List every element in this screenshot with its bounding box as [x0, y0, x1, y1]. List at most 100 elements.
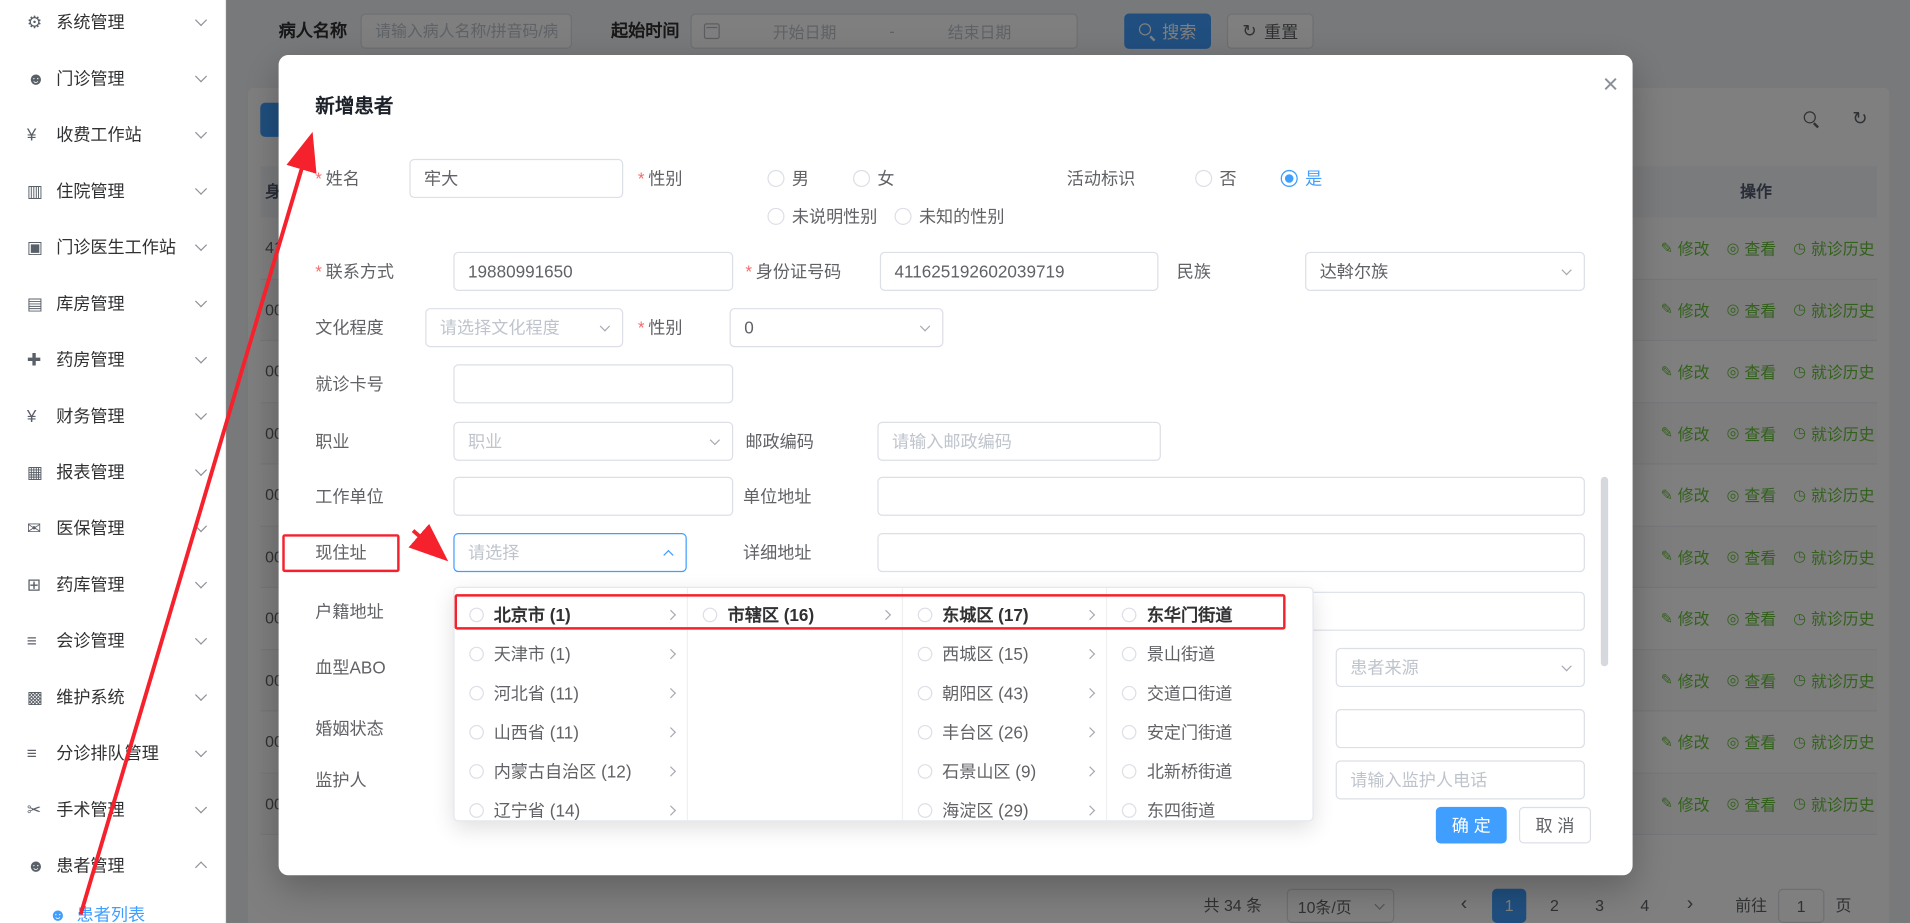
guardian-phone-input[interactable] [1336, 760, 1585, 799]
cascader-option[interactable]: 市辖区 (16) [689, 595, 902, 634]
cancel-button[interactable]: 取 消 [1519, 807, 1591, 844]
cascader-option[interactable]: 北京市 (1) [455, 595, 688, 634]
guardian-label: 监护人 [315, 760, 366, 799]
blood-type-label: 血型ABO [315, 648, 385, 687]
cascader-option[interactable]: 安定门街道 [1108, 713, 1313, 752]
radio-icon[interactable] [918, 647, 933, 662]
cascader-option[interactable]: 交道口街道 [1108, 674, 1313, 713]
sidebar-item-13[interactable]: ≡分诊排队管理 [0, 725, 225, 781]
cascader-option[interactable]: 山西省 (11) [455, 713, 688, 752]
name-input[interactable] [409, 159, 623, 198]
cascader-option[interactable]: 河北省 (11) [455, 674, 688, 713]
education-select[interactable]: 请选择文化程度 [425, 308, 623, 347]
chevron-right-icon [1085, 727, 1095, 737]
radio-option[interactable]: 否 [1195, 166, 1237, 190]
radio-icon[interactable] [918, 608, 933, 623]
radio-option[interactable]: 男 [767, 166, 809, 190]
ethnicity-select[interactable]: 达斡尔族 [1305, 252, 1585, 291]
sidebar-item-2[interactable]: ¥收费工作站 [0, 106, 225, 162]
radio-icon[interactable] [1122, 647, 1137, 662]
modal-scrollbar[interactable] [1601, 477, 1608, 666]
chevron-right-icon [666, 688, 676, 698]
radio-icon[interactable] [918, 725, 933, 740]
maintenance-icon: ▩ [27, 686, 56, 707]
radio-icon[interactable] [918, 764, 933, 779]
sidebar-item-5[interactable]: ▤库房管理 [0, 275, 225, 331]
sidebar-item-14[interactable]: ✂手术管理 [0, 781, 225, 837]
detail-address-input[interactable] [877, 533, 1585, 572]
cascader-option[interactable]: 东城区 (17) [903, 595, 1107, 634]
sidebar-item-6[interactable]: ✚药房管理 [0, 331, 225, 387]
contact-input[interactable] [453, 252, 733, 291]
radio-icon[interactable] [1122, 725, 1137, 740]
close-icon[interactable]: × [1593, 67, 1627, 101]
radio-option[interactable]: 未说明性别 [767, 204, 877, 228]
cascader-option[interactable]: 东华门街道 [1108, 595, 1313, 634]
chevron-down-icon [195, 520, 207, 532]
cascader-option[interactable]: 辽宁省 (14) [455, 791, 688, 822]
occupation-select[interactable]: 职业 [453, 422, 733, 461]
sidebar-item-7[interactable]: ¥财务管理 [0, 388, 225, 444]
radio-icon[interactable] [469, 803, 484, 818]
sidebar-item-12[interactable]: ▩维护系统 [0, 669, 225, 725]
ethnicity-label: 民族 [1177, 252, 1211, 291]
radio-icon[interactable] [703, 608, 718, 623]
cascader-option[interactable]: 丰台区 (26) [903, 713, 1107, 752]
current-address-label: 现住址 [315, 533, 366, 572]
chevron-down-icon [1561, 661, 1571, 671]
chevron-down-icon [600, 321, 610, 331]
unit-address-input[interactable] [877, 477, 1585, 516]
sidebar-item-8[interactable]: ▦报表管理 [0, 444, 225, 500]
cascader-option[interactable]: 景山街道 [1108, 634, 1313, 673]
cascader-option[interactable]: 朝阳区 (43) [903, 674, 1107, 713]
sidebar-item-11[interactable]: ≡会诊管理 [0, 612, 225, 668]
radio-option[interactable]: 女 [853, 166, 895, 190]
warehouse-icon: ▤ [27, 293, 56, 314]
cascader-option[interactable]: 北新桥街道 [1108, 752, 1313, 791]
cascader-option[interactable]: 西城区 (15) [903, 634, 1107, 673]
sidebar-item-0[interactable]: ⚙系统管理 [0, 0, 225, 50]
text-input[interactable] [1336, 709, 1585, 748]
radio-icon[interactable] [469, 725, 484, 740]
sidebar-item-10[interactable]: ⊞药库管理 [0, 556, 225, 612]
sidebar: ⚙系统管理☻门诊管理¥收费工作站▥住院管理▣门诊医生工作站▤库房管理✚药房管理¥… [0, 0, 226, 923]
gender-code-select[interactable]: 0 [730, 308, 944, 347]
cascader-option[interactable]: 海淀区 (29) [903, 791, 1107, 822]
surgery-icon: ✂ [27, 799, 56, 820]
visit-card-input[interactable] [453, 364, 733, 403]
radio-icon[interactable] [469, 647, 484, 662]
chevron-right-icon [666, 649, 676, 659]
radio-icon[interactable] [469, 686, 484, 701]
current-address-cascader-select[interactable]: 请选择 [453, 533, 686, 572]
radio-icon[interactable] [1122, 803, 1137, 818]
cascader-column: 北京市 (1)天津市 (1)河北省 (11)山西省 (11)内蒙古自治区 (12… [455, 588, 689, 820]
sidebar-item-3[interactable]: ▥住院管理 [0, 163, 225, 219]
radio-option[interactable]: 未知的性别 [895, 204, 1005, 228]
radio-icon[interactable] [918, 803, 933, 818]
radio-icon[interactable] [1122, 764, 1137, 779]
cascader-option[interactable]: 天津市 (1) [455, 634, 688, 673]
radio-icon[interactable] [469, 764, 484, 779]
sidebar-item-1[interactable]: ☻门诊管理 [0, 50, 225, 106]
cascader-option[interactable]: 东四街道 [1108, 791, 1313, 822]
sidebar-item-9[interactable]: ✉医保管理 [0, 500, 225, 556]
radio-icon[interactable] [1122, 608, 1137, 623]
sidebar-item-4[interactable]: ▣门诊医生工作站 [0, 219, 225, 275]
required-marker: * [315, 262, 322, 282]
radio-icon[interactable] [469, 608, 484, 623]
cascader-option[interactable]: 石景山区 (9) [903, 752, 1107, 791]
sidebar-item-15[interactable]: ☻患者管理 [0, 837, 225, 893]
radio-option[interactable]: 是 [1281, 166, 1323, 190]
cascader-option[interactable]: 内蒙古自治区 (12) [455, 752, 688, 791]
postal-code-input[interactable] [877, 422, 1161, 461]
radio-icon[interactable] [1122, 686, 1137, 701]
radio-icon[interactable] [918, 686, 933, 701]
patient-source-select[interactable]: 患者来源 [1336, 648, 1585, 687]
sidebar-item-patient-list[interactable]: ☻ 患者列表 [0, 890, 226, 923]
radio-icon [1281, 170, 1298, 187]
confirm-button[interactable]: 确 定 [1436, 807, 1507, 844]
work-unit-input[interactable] [453, 477, 733, 516]
required-marker: * [745, 262, 752, 282]
id-number-input[interactable] [880, 252, 1159, 291]
chevron-right-icon [666, 805, 676, 815]
